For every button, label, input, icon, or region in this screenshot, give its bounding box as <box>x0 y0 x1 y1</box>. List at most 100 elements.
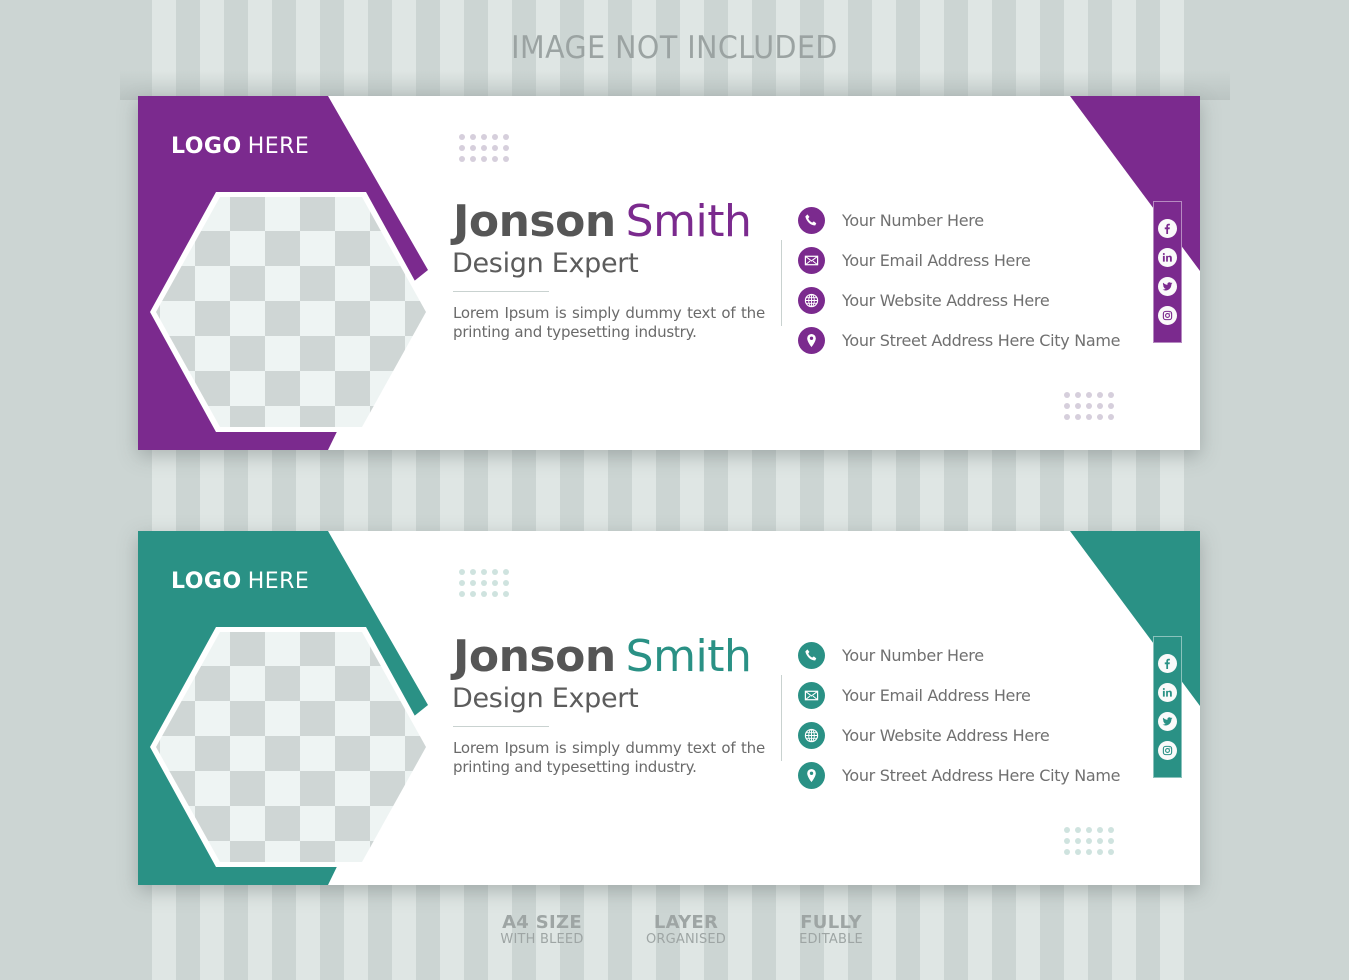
instagram-icon[interactable] <box>1158 306 1177 325</box>
contact-text: Your Number Here <box>842 210 984 230</box>
email-icon <box>798 246 825 274</box>
job-title: Design Expert <box>452 248 639 279</box>
feature-a4-size: A4 SIZE WITH BLEED <box>462 912 622 947</box>
facebook-icon[interactable] <box>1158 219 1177 238</box>
first-name: Jonson <box>453 631 616 682</box>
decorative-dot <box>1064 414 1070 420</box>
feature-title: LAYER <box>653 912 719 933</box>
decorative-dot <box>459 569 465 575</box>
decorative-dot <box>481 134 487 140</box>
contact-website[interactable]: Your Website Address Here <box>798 715 1120 755</box>
decorative-dot <box>459 156 465 162</box>
person-name: Jonson Smith <box>453 196 752 247</box>
decorative-dot <box>503 156 509 162</box>
decorative-dot <box>470 569 476 575</box>
contact-website[interactable]: Your Website Address Here <box>798 280 1120 320</box>
logo-bold-text: LOGO <box>171 134 242 159</box>
decorative-dot <box>492 591 498 597</box>
decorative-dot <box>470 591 476 597</box>
photo-placeholder-hexagon[interactable] <box>150 192 432 432</box>
decorative-dot <box>459 134 465 140</box>
facebook-icon[interactable] <box>1158 654 1177 673</box>
decorative-dot <box>481 145 487 151</box>
contact-email[interactable]: Your Email Address Here <box>798 675 1120 715</box>
decorative-dots <box>459 134 509 162</box>
email-signature-card-purple: LOGO HERE Jonson Smith Design Expert Lor… <box>138 96 1200 450</box>
decorative-dot <box>1086 849 1092 855</box>
contact-address[interactable]: Your Street Address Here City Name <box>798 320 1121 360</box>
contact-phone[interactable]: Your Number Here <box>798 200 1120 240</box>
decorative-dot <box>1108 849 1114 855</box>
email-signature-card-teal: LOGO HERE Jonson Smith Design Expert Lor… <box>138 531 1200 885</box>
description-text: Lorem Ipsum is simply dummy text of the … <box>453 304 765 341</box>
contact-text: Your Email Address Here <box>842 250 1031 270</box>
decorative-dot <box>1064 838 1070 844</box>
first-name: Jonson <box>453 196 616 247</box>
contact-text: Your Street Address Here City Name <box>842 330 1121 350</box>
globe-icon <box>798 721 825 749</box>
feature-title: FULLY <box>800 912 862 933</box>
decorative-dot <box>459 145 465 151</box>
decorative-dot <box>1108 827 1114 833</box>
decorative-dot <box>481 569 487 575</box>
contact-list: Your Number Here Your Email Address Here… <box>798 635 1121 795</box>
decorative-dot <box>492 134 498 140</box>
feature-subtitle: WITH BLEED <box>500 932 584 947</box>
contact-text: Your Website Address Here <box>842 725 1050 745</box>
description-text: Lorem Ipsum is simply dummy text of the … <box>453 739 765 776</box>
social-bar <box>1153 201 1182 343</box>
decorative-dot <box>1086 838 1092 844</box>
twitter-icon[interactable] <box>1158 712 1177 731</box>
job-title: Design Expert <box>452 683 639 714</box>
decorative-dot <box>481 591 487 597</box>
decorative-dot <box>1097 827 1103 833</box>
decorative-dot <box>492 569 498 575</box>
decorative-dot <box>1064 403 1070 409</box>
phone-icon <box>798 206 825 234</box>
decorative-dot <box>503 134 509 140</box>
decorative-dot <box>1086 392 1092 398</box>
title-divider <box>453 726 549 727</box>
decorative-dot <box>503 569 509 575</box>
location-pin-icon <box>798 761 825 789</box>
decorative-dot <box>1075 414 1081 420</box>
feature-subtitle: ORGANISED <box>645 932 727 947</box>
decorative-dot <box>1097 849 1103 855</box>
linkedin-icon[interactable] <box>1158 683 1177 702</box>
linkedin-icon[interactable] <box>1158 248 1177 267</box>
decorative-dots <box>1064 392 1114 420</box>
decorative-dot <box>1108 838 1114 844</box>
social-bar <box>1153 636 1182 778</box>
decorative-dot <box>1108 392 1114 398</box>
location-pin-icon <box>798 326 825 354</box>
contact-email[interactable]: Your Email Address Here <box>798 240 1120 280</box>
decorative-dot <box>1097 403 1103 409</box>
contact-phone[interactable]: Your Number Here <box>798 635 1120 675</box>
vertical-divider <box>781 675 782 761</box>
decorative-dot <box>503 145 509 151</box>
logo-placeholder: LOGO HERE <box>171 134 309 159</box>
contact-address[interactable]: Your Street Address Here City Name <box>798 755 1121 795</box>
decorative-dot <box>1097 392 1103 398</box>
decorative-dot <box>1064 392 1070 398</box>
contact-text: Your Website Address Here <box>842 290 1050 310</box>
decorative-dots <box>1064 827 1114 855</box>
decorative-dot <box>1086 414 1092 420</box>
decorative-dot <box>1075 838 1081 844</box>
photo-placeholder-hexagon[interactable] <box>150 627 432 867</box>
decorative-dot <box>1064 849 1070 855</box>
decorative-dot <box>459 591 465 597</box>
decorative-dot <box>1075 849 1081 855</box>
decorative-dot <box>492 156 498 162</box>
contact-list: Your Number Here Your Email Address Here… <box>798 200 1121 360</box>
decorative-dot <box>470 156 476 162</box>
decorative-dot <box>1086 827 1092 833</box>
decorative-dot <box>1097 838 1103 844</box>
vertical-divider <box>781 240 782 326</box>
twitter-icon[interactable] <box>1158 277 1177 296</box>
decorative-dots <box>459 569 509 597</box>
instagram-icon[interactable] <box>1158 741 1177 760</box>
decorative-dot <box>470 134 476 140</box>
last-name: Smith <box>625 196 752 247</box>
feature-fully-editable: FULLY EDITABLE <box>751 912 911 947</box>
